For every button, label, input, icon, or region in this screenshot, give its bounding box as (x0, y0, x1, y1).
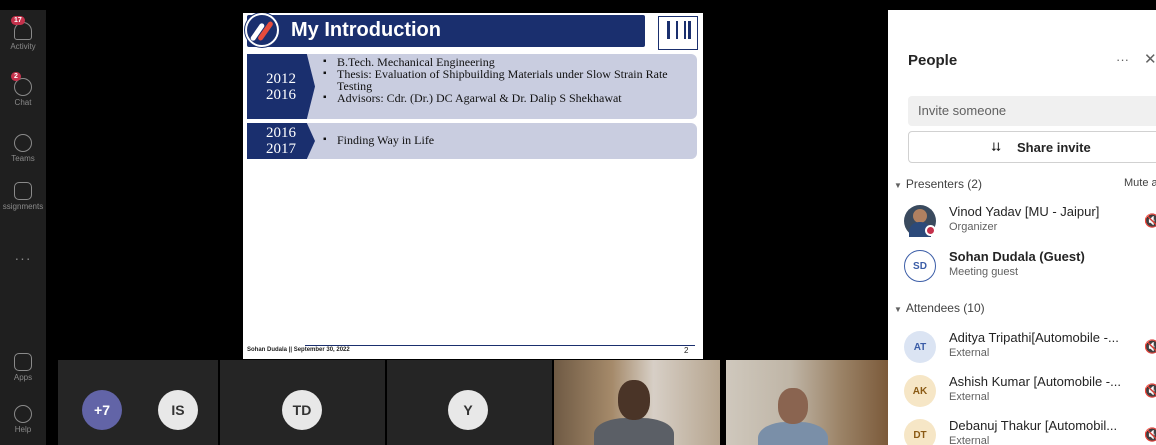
participant-row[interactable]: Vinod Yadav [MU - Jaipur] Organizer 🔇 (904, 203, 1156, 245)
timeline-row: 2012 2016 B.Tech. Mechanical Engineering… (247, 54, 697, 119)
teams-icon (14, 134, 32, 152)
rail-item-help[interactable]: Help (0, 405, 46, 434)
top-strip (0, 0, 1156, 10)
share-invite-label: Share invite (1017, 140, 1091, 155)
app-rail: 17 Activity 2 Chat Teams ssignments ··· … (0, 10, 46, 445)
apps-icon (14, 353, 32, 371)
help-icon (14, 405, 32, 423)
assignments-icon (14, 182, 32, 200)
participant-role: Meeting guest (949, 266, 1019, 278)
slide-title-bar: My Introduction (247, 15, 645, 47)
participant-name: Aditya Tripathi[Automobile -... (949, 330, 1119, 345)
avatar: AK (904, 375, 936, 407)
participant-role: External (949, 347, 990, 359)
mic-off-icon: 🔇 (1144, 427, 1156, 442)
bullet-item: Thesis: Evaluation of Shipbuilding Mater… (323, 68, 693, 92)
participant-row[interactable]: SD Sohan Dudala (Guest) Meeting guest (904, 248, 1156, 290)
avatar: TD (282, 390, 322, 430)
bullet-list: B.Tech. Mechanical Engineering Thesis: E… (323, 56, 693, 104)
timeline-years: 2012 2016 (247, 54, 315, 119)
timeline-years: 2016 2017 (247, 123, 315, 159)
org-logo-icon (658, 16, 698, 50)
rail-item-label: Help (14, 425, 32, 434)
participant-row[interactable]: DT Debanuj Thakur [Automobil... External… (904, 417, 1156, 445)
close-icon[interactable]: ✕ (1144, 50, 1156, 68)
rail-item-assignments[interactable]: ssignments (0, 182, 46, 211)
bullet-list: Finding Way in Life (323, 134, 693, 146)
mic-off-icon: 🔇 (1144, 339, 1156, 354)
participant-name: Vinod Yadav [MU - Jaipur] (949, 204, 1100, 219)
rail-item-apps[interactable]: Apps (0, 353, 46, 382)
avatar: AT (904, 331, 936, 363)
rail-item-teams[interactable]: Teams (0, 134, 46, 163)
participant-role: Organizer (949, 221, 998, 233)
participant-tile[interactable]: Y (387, 360, 552, 445)
rail-item-label: ssignments (2, 202, 44, 211)
slide-footer-divider (305, 345, 695, 346)
participant-name: Sohan Dudala (Guest) (949, 249, 1085, 264)
people-panel: People ··· ✕ Invite someone ⮇ Share invi… (888, 10, 1156, 445)
participant-row[interactable]: AK Ashish Kumar [Automobile -... Externa… (904, 373, 1156, 415)
participant-tile[interactable]: +7 IS (58, 360, 218, 445)
chat-badge: 2 (11, 72, 21, 81)
chevron-down-icon: ▼ (894, 305, 902, 314)
slide-title: My Introduction (291, 19, 441, 41)
status-badge (925, 225, 936, 236)
rail-item-label: Chat (14, 98, 32, 107)
bullet-item: Advisors: Cdr. (Dr.) DC Agarwal & Dr. Da… (323, 92, 693, 104)
presenters-header-label: Presenters (2) (905, 177, 982, 191)
participant-name: Ashish Kumar [Automobile -... (949, 374, 1121, 389)
chevron-down-icon: ▼ (894, 181, 902, 190)
participant-row[interactable]: AT Aditya Tripathi[Automobile -... Exter… (904, 329, 1156, 371)
avatar: Y (448, 390, 488, 430)
year-start: 2012 (266, 70, 296, 87)
avatar: DT (904, 419, 936, 445)
avatar: IS (158, 390, 198, 430)
rail-item-label: Apps (13, 373, 33, 382)
attendees-header-label: Attendees (10) (905, 301, 985, 315)
presenters-section-header[interactable]: ▼ Presenters (2) (894, 177, 982, 191)
participant-video[interactable] (726, 360, 888, 445)
rail-item-label: Activity (10, 42, 36, 51)
mute-all-link[interactable]: Mute a (1124, 177, 1156, 189)
participant-name: Debanuj Thakur [Automobil... (949, 418, 1118, 433)
bullet-item: Finding Way in Life (323, 134, 693, 146)
more-apps-icon[interactable]: ··· (0, 250, 46, 266)
avatar: SD (904, 250, 936, 282)
mic-off-icon: 🔇 (1144, 383, 1156, 398)
slide-page-number: 2 (684, 346, 689, 355)
rail-item-chat[interactable]: 2 Chat (0, 72, 46, 107)
year-end: 2017 (266, 141, 296, 157)
year-start: 2016 (266, 125, 296, 141)
rail-item-activity[interactable]: 17 Activity (0, 16, 46, 51)
participant-strip: +7 IS TD Y (58, 360, 888, 445)
avatar: +7 (82, 390, 122, 430)
slide-logo-icon (245, 13, 279, 47)
timeline-row: 2016 2017 Finding Way in Life (247, 123, 697, 159)
share-invite-button[interactable]: ⮇ Share invite (908, 131, 1156, 163)
year-end: 2016 (266, 86, 296, 103)
activity-badge: 17 (11, 16, 25, 25)
mic-off-icon: 🔇 (1144, 213, 1156, 228)
panel-title: People (908, 52, 958, 69)
attendees-section-header[interactable]: ▼ Attendees (10) (894, 301, 985, 315)
share-icon: ⮇ (991, 140, 1001, 154)
teams-meeting-window: 17 Activity 2 Chat Teams ssignments ··· … (0, 0, 1156, 445)
participant-role: External (949, 391, 990, 403)
slide-footer-text: Sohan Dudala || September 30, 2022 (247, 347, 350, 353)
participant-video[interactable] (554, 360, 720, 445)
rail-item-label: Teams (11, 154, 35, 163)
more-options-icon[interactable]: ··· (1116, 52, 1129, 67)
participant-role: External (949, 435, 990, 445)
participant-tile[interactable]: TD (220, 360, 385, 445)
shared-slide: My Introduction 2012 2016 B.Tech. Mechan… (243, 13, 703, 359)
invite-someone-input[interactable]: Invite someone (908, 96, 1156, 126)
